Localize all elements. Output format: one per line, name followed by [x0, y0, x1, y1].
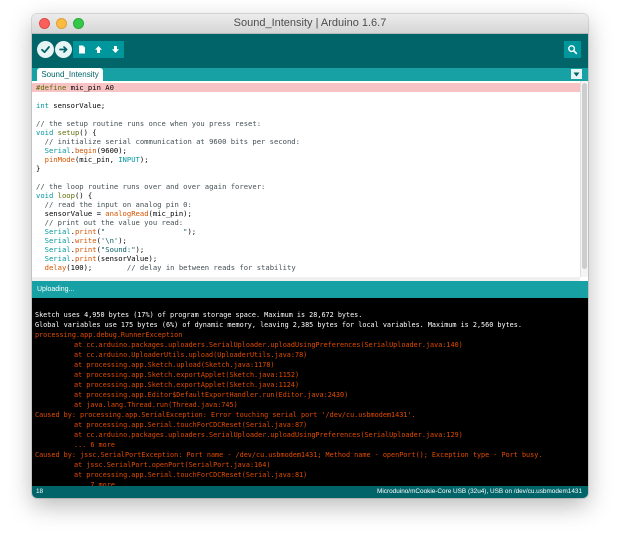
- tab-strip: Sound_Intensity: [32, 68, 588, 81]
- console-line: at processing.app.Editor$DefaultExportHa…: [74, 391, 349, 399]
- code-line[interactable]: [32, 173, 580, 182]
- title-bar[interactable]: Sound_Intensity | Arduino 1.6.7: [32, 14, 588, 34]
- upload-button[interactable]: [55, 41, 72, 58]
- save-sketch-button[interactable]: [107, 41, 124, 58]
- tab-sound-intensity[interactable]: Sound_Intensity: [37, 68, 103, 81]
- console-line: Sketch uses 4,950 bytes (17%) of program…: [35, 311, 363, 319]
- footer-bar: 18 Microduino/mCookie-Core USB (32u4), U…: [32, 486, 588, 498]
- console-line: at cc.arduino.packages.uploaders.SerialU…: [74, 431, 463, 439]
- code-line[interactable]: delay(100); // delay in between reads fo…: [32, 263, 580, 272]
- serial-monitor-button[interactable]: [564, 41, 581, 58]
- code-line[interactable]: void loop() {: [32, 191, 580, 200]
- verify-button[interactable]: [37, 41, 54, 58]
- editor-scroll-thumb[interactable]: [582, 83, 587, 269]
- code-line[interactable]: Serial.write('\n');: [32, 236, 580, 245]
- console-line: Caused by: processing.app.SerialExceptio…: [35, 411, 416, 419]
- up-arrow-icon: [95, 46, 102, 53]
- tab-menu-button[interactable]: [571, 69, 582, 79]
- console-line: ... 6 more: [74, 441, 115, 449]
- arduino-ide-window: Sound_Intensity | Arduino 1.6.7 Sound_In…: [32, 14, 588, 498]
- console-line: at processing.app.Sketch.exportApplet(Sk…: [74, 381, 300, 389]
- console-line: at java.lang.Thread.run(Thread.java:745): [74, 401, 238, 409]
- code-line[interactable]: pinMode(mic_pin, INPUT);: [32, 155, 580, 164]
- console-line: at jssc.SerialPort.openPort(SerialPort.j…: [74, 461, 271, 469]
- code-line[interactable]: sensorValue = analogRead(mic_pin);: [32, 209, 580, 218]
- console-line: at processing.app.Serial.touchForCDCRese…: [74, 471, 308, 479]
- magnifier-icon: [568, 45, 578, 55]
- checkmark-icon: [41, 46, 50, 54]
- new-sketch-button[interactable]: [73, 41, 90, 58]
- console-line: at processing.app.Sketch.exportApplet(Sk…: [74, 371, 300, 379]
- code-line[interactable]: Serial.print("Sound:");: [32, 245, 580, 254]
- code-line[interactable]: // initialize serial communication at 96…: [32, 137, 580, 146]
- code-line[interactable]: #define mic_pin A0: [32, 83, 580, 92]
- code-line[interactable]: [32, 92, 580, 101]
- open-sketch-button[interactable]: [90, 41, 107, 58]
- triangle-down-icon: [573, 72, 580, 76]
- line-number: 18: [36, 488, 44, 495]
- code-line[interactable]: // read the input on analog pin 0:: [32, 200, 580, 209]
- board-port-info: Microduino/mCookie-Core USB (32u4), USB …: [377, 488, 582, 495]
- editor-vertical-scrollbar[interactable]: [580, 81, 588, 277]
- code-line[interactable]: Serial.print(" ");: [32, 227, 580, 236]
- console-line: at cc.arduino.UploaderUtils.upload(Uploa…: [74, 351, 308, 359]
- down-arrow-icon: [112, 46, 119, 53]
- console-line: at processing.app.Serial.touchForCDCRese…: [74, 421, 308, 429]
- window-title: Sound_Intensity | Arduino 1.6.7: [233, 17, 387, 29]
- console-line: at processing.app.Sketch.upload(Sketch.j…: [74, 361, 275, 369]
- code-line[interactable]: // print out the value you read:: [32, 218, 580, 227]
- console-line: processing.app.debug.RunnerException: [35, 331, 183, 339]
- console-line: Caused by: jssc.SerialPortException: Por…: [35, 451, 543, 459]
- toolbar: [32, 34, 588, 68]
- code-line[interactable]: void setup() {: [32, 128, 580, 137]
- code-editor[interactable]: #define mic_pin A0 int sensorValue; // the…: [32, 81, 580, 277]
- code-line[interactable]: // the setup routine runs once when you …: [32, 119, 580, 128]
- new-file-icon: [79, 45, 85, 54]
- code-line[interactable]: Serial.begin(9600);: [32, 146, 580, 155]
- code-line[interactable]: [32, 110, 580, 119]
- console-line: at cc.arduino.packages.uploaders.SerialU…: [74, 341, 463, 349]
- code-line[interactable]: }: [32, 164, 580, 173]
- code-line[interactable]: Serial.print(sensorValue);: [32, 254, 580, 263]
- status-message: Uploading...: [32, 281, 588, 298]
- code-line[interactable]: int sensorValue;: [32, 101, 580, 110]
- right-arrow-icon: [59, 46, 68, 53]
- console-line: Global variables use 175 bytes (6%) of d…: [35, 321, 522, 329]
- code-line[interactable]: // the loop routine runs over and over a…: [32, 182, 580, 191]
- console-output[interactable]: Sketch uses 4,950 bytes (17%) of program…: [32, 298, 588, 486]
